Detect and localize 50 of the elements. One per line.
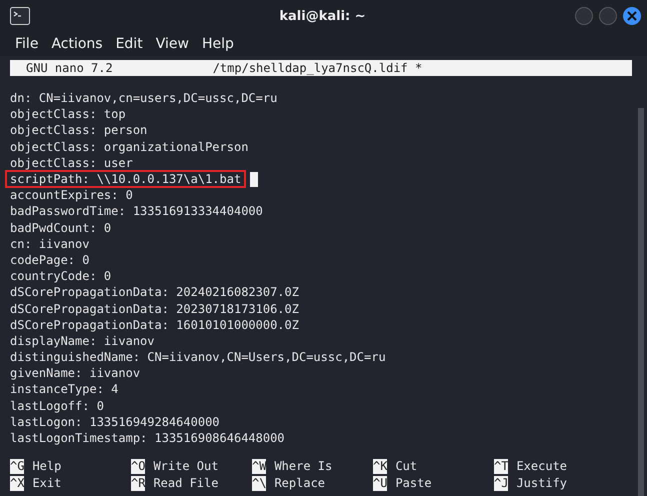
text-line: distinguishedName: CN=iivanov,CN=Users,DC=ussc,DC=ru: [9, 349, 387, 366]
scrollbar[interactable]: [638, 108, 644, 496]
text-line: cn: iivanov: [9, 236, 90, 253]
close-icon: [627, 11, 637, 21]
menu-item[interactable]: Help: [202, 36, 234, 52]
text-line: displayName: iivanov: [9, 332, 156, 350]
text-line: dn: CN=iivanov,cn=users,DC=ussc,DC=ru: [9, 90, 278, 108]
text-line: badPasswordTime: 133516913334404000: [9, 203, 264, 220]
text-line: dSCorePropagationData: 20230718173106.0Z: [9, 300, 300, 318]
minimize-button[interactable]: [575, 7, 593, 25]
shortcut-key: ^U: [373, 476, 388, 490]
menu-item[interactable]: Edit: [116, 36, 143, 52]
window-title: kali@kali: ~: [278, 8, 367, 24]
shortcut-label: Where Is: [274, 459, 332, 473]
shortcut-label: Justify: [516, 476, 568, 490]
maximize-button[interactable]: [599, 7, 617, 25]
shortcut-label: Paste: [395, 476, 432, 490]
menu-item[interactable]: View: [156, 36, 189, 52]
text-line: lastLogoff: 0: [9, 398, 105, 415]
file-name: /tmp/shelldap_lya7nscQ.ldif *: [212, 60, 422, 76]
menu-item[interactable]: File: [15, 36, 38, 52]
shortcut-label: Execute: [516, 459, 568, 473]
shortcut-key: ^\: [252, 476, 266, 490]
shortcut-label: Exit: [32, 476, 62, 490]
text-line: accountExpires: 0: [9, 187, 134, 204]
text-line: instanceType: 4: [9, 381, 120, 398]
menu-item[interactable]: Actions: [51, 36, 103, 52]
shortcut-label: Write Out: [153, 459, 218, 473]
text-line: badPwdCount: 0: [9, 220, 112, 237]
close-button[interactable]: [623, 7, 641, 25]
text-line: objectClass: person: [9, 122, 148, 140]
terminal-icon: [10, 7, 30, 25]
text-line: lastLogonTimestamp: 133516908646448000: [9, 430, 286, 448]
text-line: givenName: iivanov: [9, 365, 142, 382]
text-line: objectClass: organizationalPerson: [9, 138, 250, 156]
nano-version: GNU nano 7.2: [26, 60, 113, 76]
shortcut-key: ^O: [131, 458, 146, 474]
shortcut-label: Cut: [395, 459, 418, 473]
text-line: objectClass: user: [9, 154, 134, 172]
text-line: dSCorePropagationData: 16010101000000.0Z: [9, 316, 300, 334]
shortcut-label: Help: [32, 459, 62, 473]
shortcut-label: Read File: [153, 476, 218, 490]
shortcut-key: ^G: [10, 458, 24, 474]
shortcut-label: Replace: [274, 476, 326, 490]
shortcut-key: ^J: [494, 476, 508, 490]
text-line: dSCorePropagationData: 20240216082307.0Z: [9, 284, 300, 302]
text-line: lastLogon: 133516949284640000: [9, 414, 221, 431]
text-line: countryCode: 0: [9, 268, 112, 286]
text-line: objectClass: top: [9, 106, 127, 124]
text-line: codePage: 0: [9, 252, 90, 269]
